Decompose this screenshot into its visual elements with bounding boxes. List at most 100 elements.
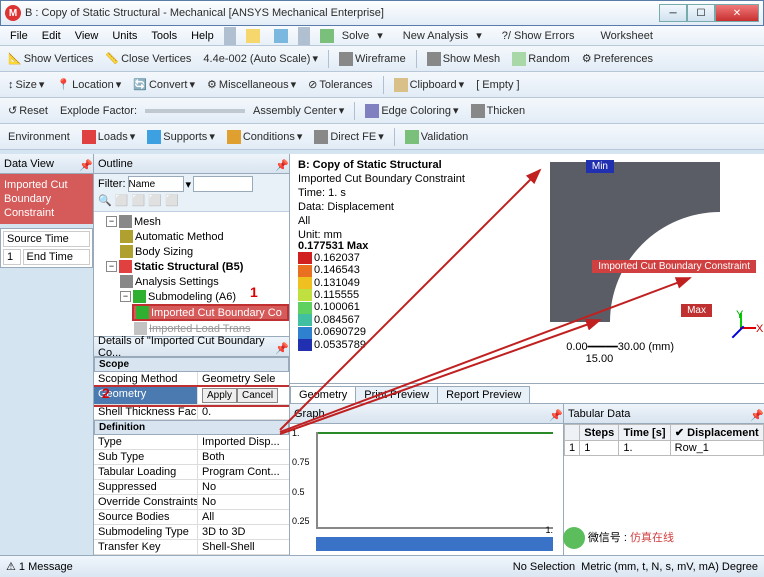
tool-icon[interactable] (240, 27, 266, 45)
app-icon: M (5, 5, 21, 21)
tabular-table[interactable]: Steps Time [s] ✔ Displacement 1 1 1. Row… (564, 424, 764, 456)
cancel-button[interactable]: Cancel (237, 388, 278, 403)
worksheet-button[interactable]: Worksheet (589, 26, 665, 46)
axis-tick: 1. (545, 525, 553, 535)
axis-tick: 1. (292, 428, 300, 438)
tree-node[interactable]: Analysis Settings (135, 276, 219, 288)
conditions-dropdown[interactable]: Conditions ▾ (223, 128, 307, 146)
solve-button[interactable]: Solve ▾ (314, 26, 389, 46)
pin-icon[interactable]: 📌 (79, 159, 89, 169)
detail-value[interactable]: Shell-Shell (198, 540, 289, 554)
tree-node-mesh[interactable]: Mesh (134, 216, 161, 228)
loads-dropdown[interactable]: Loads ▾ (78, 128, 140, 146)
detail-value[interactable]: 3D to 3D (198, 525, 289, 539)
detail-value[interactable]: Imported Disp... (198, 435, 289, 449)
menubar: File Edit View Units Tools Help Solve ▾ … (0, 26, 764, 46)
tree-node[interactable]: Automatic Method (135, 231, 224, 243)
watermark: 微信号 : 仿真在线 (563, 527, 674, 549)
statusbar: ⚠ 1 Message No Selection Metric (mm, t, … (0, 555, 764, 577)
table-cell[interactable]: Row_1 (670, 441, 763, 456)
graph-scrollbar[interactable] (316, 537, 553, 551)
table-cell[interactable]: 1. (619, 441, 670, 456)
tolerances-button[interactable]: ⊘ Tolerances (304, 76, 376, 93)
constraint-label: Imported Cut Boundary Constraint (592, 260, 756, 273)
menu-tools[interactable]: Tools (145, 28, 183, 44)
pin-icon[interactable]: 📌 (275, 342, 285, 352)
detail-value[interactable]: No (198, 495, 289, 509)
convert-dropdown[interactable]: 🔄 Convert ▾ (129, 76, 199, 93)
scale-ruler: 0.00━━━━━30.00 (mm) 15.00 (566, 341, 674, 365)
detail-row-geometry[interactable]: Geometry ApplyCancel (94, 387, 289, 405)
scale-dropdown[interactable]: 4.4e-002 (Auto Scale) ▾ (199, 50, 322, 67)
show-errors-button[interactable]: ?/ Show Errors (490, 26, 587, 46)
geometry-view[interactable]: B: Copy of Static Structural Imported Cu… (290, 154, 764, 384)
model-geometry[interactable] (550, 162, 720, 322)
axis-tick: 0.75 (292, 457, 310, 467)
clipboard-dropdown[interactable]: Clipboard ▾ (390, 76, 469, 94)
tree-node-submodeling[interactable]: Submodeling (A6) (148, 291, 236, 303)
table-cell[interactable]: 1 (565, 441, 580, 456)
preferences-button[interactable]: ⚙ Preferences (578, 50, 657, 67)
detail-value[interactable]: 0. (198, 405, 289, 419)
detail-key: Type (94, 435, 198, 449)
table-cell[interactable]: 1 (580, 441, 619, 456)
tool-icon[interactable] (268, 27, 294, 45)
maximize-button[interactable]: ☐ (687, 4, 715, 22)
detail-value[interactable]: Program Cont... (198, 465, 289, 479)
explode-slider[interactable] (145, 109, 245, 113)
minimize-button[interactable]: ─ (659, 4, 687, 22)
validation-button[interactable]: Validation (401, 128, 473, 146)
assembly-center-dropdown[interactable]: Assembly Center ▾ (249, 102, 348, 119)
table-header (565, 425, 580, 441)
close-button[interactable]: ✕ (715, 4, 759, 22)
menu-units[interactable]: Units (106, 28, 143, 44)
tab-print-preview[interactable]: Print Preview (355, 386, 438, 403)
outline-tree[interactable]: −Mesh Automatic Method Body Sizing −Stat… (94, 212, 289, 336)
detail-value[interactable]: Geometry Sele (198, 372, 289, 386)
close-vertices-button[interactable]: 📏 Close Vertices (101, 50, 195, 67)
menu-file[interactable]: File (4, 28, 34, 44)
tree-node[interactable]: Body Sizing (135, 246, 193, 258)
show-mesh-button[interactable]: Show Mesh (423, 50, 504, 68)
graph-plot[interactable]: 1. 0.75 0.5 0.25 1. (290, 424, 563, 555)
dataview-label: Imported Cut Boundary Constraint (0, 174, 93, 224)
tabular-title: Tabular Data (568, 408, 630, 420)
size-dropdown[interactable]: ↕ Size ▾ (4, 76, 48, 93)
pin-icon[interactable]: 📌 (275, 159, 285, 169)
filter-type-dropdown[interactable] (128, 176, 184, 192)
min-label: Min (586, 160, 614, 173)
detail-value[interactable]: All (198, 510, 289, 524)
tree-node-structural[interactable]: Static Structural (B5) (134, 261, 243, 273)
menu-view[interactable]: View (69, 28, 105, 44)
detail-value[interactable]: Both (198, 450, 289, 464)
axis-triad[interactable]: Y X (726, 313, 756, 343)
detail-key: Suppressed (94, 480, 198, 494)
detail-key: Tabular Loading (94, 465, 198, 479)
message-count[interactable]: ⚠ 1 Message (6, 560, 73, 573)
environment-button[interactable]: Environment (4, 129, 74, 145)
pin-icon[interactable]: 📌 (750, 409, 760, 419)
table-header: Time [s] (619, 425, 670, 441)
tab-geometry[interactable]: Geometry (290, 386, 356, 403)
misc-dropdown[interactable]: ⚙ Miscellaneous ▾ (203, 76, 300, 93)
thicken-button[interactable]: Thicken (467, 102, 530, 120)
tab-report-preview[interactable]: Report Preview (437, 386, 530, 403)
edge-coloring-dropdown[interactable]: Edge Coloring ▾ (361, 102, 462, 120)
random-button[interactable]: Random (508, 50, 574, 68)
filter-label: Filter: (98, 178, 126, 190)
wireframe-button[interactable]: Wireframe (335, 50, 410, 68)
pin-icon[interactable]: 📌 (549, 409, 559, 419)
reset-button[interactable]: ↺ Reset (4, 102, 52, 119)
direct-fe-dropdown[interactable]: Direct FE ▾ (310, 128, 387, 146)
show-vertices-button[interactable]: 📐 Show Vertices (4, 50, 97, 67)
location-dropdown[interactable]: 📍 Location ▾ (52, 76, 125, 93)
supports-dropdown[interactable]: Supports ▾ (143, 128, 219, 146)
menu-help[interactable]: Help (185, 28, 220, 44)
apply-button[interactable]: Apply (202, 388, 237, 403)
detail-value[interactable]: No (198, 480, 289, 494)
tree-node-icbc-selected[interactable]: Imported Cut Boundary Co (132, 304, 289, 321)
tree-node-disabled[interactable]: Imported Load Trans (149, 323, 251, 335)
menu-edit[interactable]: Edit (36, 28, 67, 44)
filter-input[interactable] (193, 176, 253, 192)
new-analysis-button[interactable]: New Analysis ▾ (391, 26, 488, 46)
